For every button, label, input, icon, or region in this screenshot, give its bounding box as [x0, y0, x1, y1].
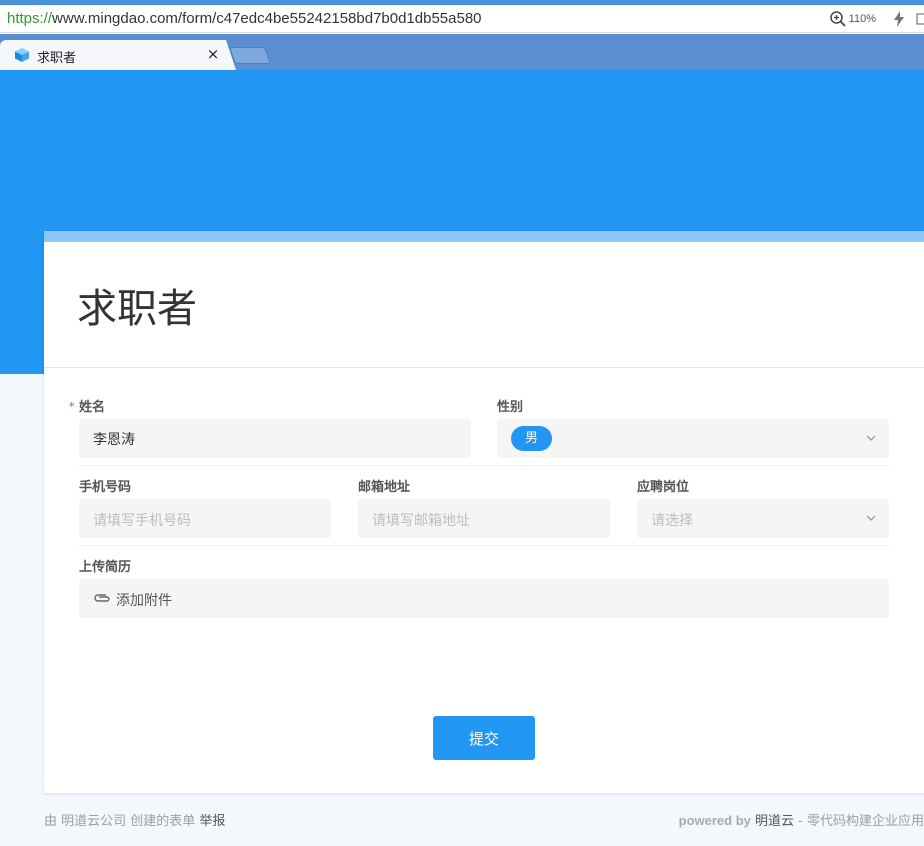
- email-input[interactable]: 请填写邮箱地址: [358, 499, 610, 538]
- resume-upload[interactable]: 添加附件: [79, 579, 889, 618]
- phone-input[interactable]: 请填写手机号码: [79, 499, 331, 538]
- phone-placeholder: 请填写手机号码: [93, 513, 191, 529]
- close-icon[interactable]: ×: [206, 45, 220, 63]
- name-label: 姓名: [79, 400, 106, 415]
- footer-powered: powered by 明道云 - 零代码构建企业应用: [679, 810, 924, 829]
- new-tab-button[interactable]: [228, 47, 272, 64]
- zoom-level[interactable]: 110%: [849, 13, 876, 25]
- footer-creator: 由 明道云公司 创建的表单 举报: [44, 810, 225, 829]
- gender-select[interactable]: 男: [497, 419, 889, 458]
- zoom-icon[interactable]: [829, 10, 847, 28]
- tab-title: 求职者: [37, 51, 77, 66]
- submit-button[interactable]: 提交: [433, 716, 535, 760]
- paperclip-icon: [94, 594, 110, 602]
- tab-active[interactable]: 求职者 ×: [0, 40, 236, 70]
- row-divider: [79, 545, 889, 546]
- required-mark: *: [69, 400, 75, 413]
- url-path: www.mingdao.com/form/c47edc4be55242158bd…: [52, 10, 482, 27]
- extension-icon[interactable]: [916, 11, 924, 27]
- form-card: 求职者 * 姓名 李恩涛 性别 男 手机号码 请填写手机号码 邮箱地址 请填写邮…: [44, 231, 924, 793]
- flash-icon[interactable]: [892, 11, 906, 27]
- gender-option-chip[interactable]: 男: [511, 426, 553, 451]
- row-divider: [79, 465, 889, 466]
- brand-link[interactable]: 明道云: [755, 814, 794, 829]
- chevron-down-icon: [866, 515, 876, 521]
- page-title: 求职者: [77, 286, 197, 332]
- position-label: 应聘岗位: [637, 480, 690, 495]
- slogan-text: - 零代码构建企业应用: [794, 814, 924, 829]
- name-field[interactable]: 李恩涛: [79, 419, 471, 458]
- position-select[interactable]: 请选择: [637, 499, 889, 538]
- add-attachment-label: 添加附件: [116, 593, 172, 609]
- creator-text: 由 明道云公司 创建的表单: [44, 814, 196, 829]
- address-bar-tools: 110%: [829, 9, 924, 29]
- email-label: 邮箱地址: [358, 480, 411, 495]
- report-link[interactable]: 举报: [199, 814, 225, 829]
- name-value: 李恩涛: [93, 432, 135, 448]
- tab-bar: 求职者 ×: [0, 34, 924, 70]
- title-divider: [44, 367, 924, 368]
- resume-label: 上传简历: [79, 560, 132, 575]
- powered-by-text: powered by: [678, 813, 751, 828]
- email-placeholder: 请填写邮箱地址: [372, 513, 470, 529]
- gender-label: 性别: [497, 400, 524, 415]
- address-bar[interactable]: https://www.mingdao.com/form/c47edc4be55…: [0, 5, 924, 33]
- cube-favicon: [15, 48, 29, 62]
- url-scheme: https://: [7, 10, 53, 27]
- phone-label: 手机号码: [79, 480, 132, 495]
- chevron-down-icon: [866, 435, 876, 441]
- url-text[interactable]: https://www.mingdao.com/form/c47edc4be55…: [7, 10, 482, 27]
- position-placeholder: 请选择: [651, 513, 693, 529]
